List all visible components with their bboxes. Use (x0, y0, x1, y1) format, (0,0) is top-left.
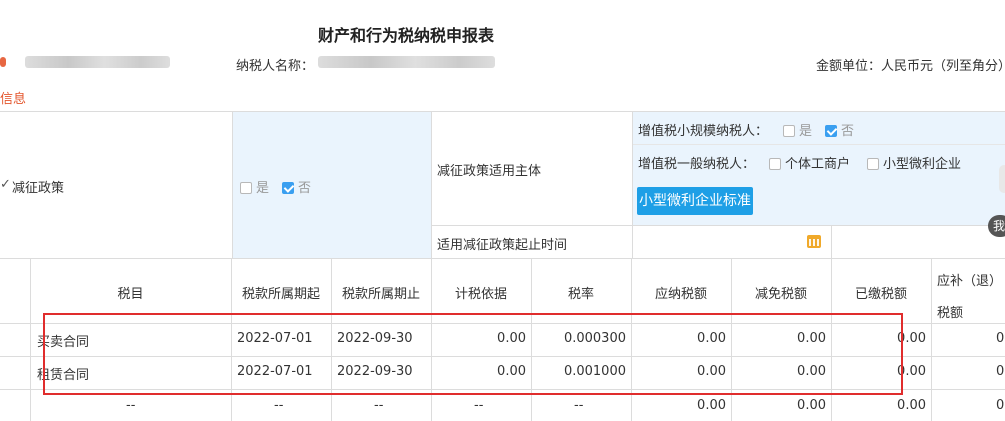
micro-enterprise-standard-button[interactable]: 小型微利企业标准 (637, 187, 753, 215)
total-payable: 0.00 (697, 398, 726, 413)
reduction-no-checkbox[interactable] (282, 182, 294, 194)
individual-business-checkbox[interactable] (769, 158, 781, 170)
col-relief-tax: 减免税额 (754, 287, 807, 302)
calendar-icon[interactable] (807, 235, 821, 248)
taxpayer-name-label: 纳税人名称： (236, 59, 315, 74)
col-paid-tax: 已缴税额 (854, 287, 907, 302)
small-scale-yes-option[interactable]: 是 (783, 120, 812, 139)
row1-due: 0 (996, 331, 1005, 346)
col-period-start: 税款所属期起 (241, 287, 320, 302)
total-paid: 0.00 (897, 398, 926, 413)
redacted-taxpayer-id (25, 56, 170, 68)
col-payable-tax: 应纳税额 (654, 287, 707, 302)
reduction-no-option[interactable]: 否 (282, 177, 311, 196)
small-scale-no-option[interactable]: 否 (825, 120, 854, 139)
row2-due: 0 (996, 364, 1005, 379)
redacted-taxpayer-name (318, 56, 495, 68)
subject-label: 减征政策适用主体 (437, 164, 542, 179)
total-rate: -- (574, 398, 584, 413)
period-label: 适用减征政策起止时间 (437, 238, 568, 253)
micro-enterprise-checkbox[interactable] (867, 158, 879, 170)
highlight-box (43, 313, 903, 395)
floating-assistant-badge[interactable]: 我 (988, 215, 1005, 237)
marker-dot (0, 57, 6, 67)
amount-unit-label: 金额单位：人民币元（列至角分） (816, 59, 1005, 74)
individual-business-option[interactable]: 个体工商户 (769, 153, 850, 172)
small-scale-yes-checkbox[interactable] (783, 125, 795, 137)
total-period-start: -- (274, 398, 284, 413)
reduction-policy-label: 减征政策 (12, 181, 65, 196)
micro-enterprise-option[interactable]: 小型微利企业 (867, 153, 961, 172)
floating-assistant-icon[interactable] (999, 165, 1005, 193)
small-scale-no-checkbox[interactable] (825, 125, 837, 137)
col-tax-rate: 税率 (567, 287, 594, 302)
col-period-end: 税款所属期止 (341, 287, 420, 302)
page-title: 财产和行为税纳税申报表 (318, 26, 495, 45)
col-tax-basis: 计税依据 (454, 287, 507, 302)
section-tab-info[interactable]: 信息 (0, 88, 26, 107)
general-taxpayer-label: 增值税一般纳税人： (638, 157, 756, 172)
total-period-end: -- (374, 398, 384, 413)
total-relief: 0.00 (797, 398, 826, 413)
total-basis: -- (474, 398, 484, 413)
check-mark-icon: ✓ (0, 177, 11, 192)
small-scale-label: 增值税小规模纳税人： (638, 124, 769, 139)
reduction-yes-option[interactable]: 是 (240, 177, 269, 196)
total-due: 0 (996, 398, 1005, 413)
reduction-yes-checkbox[interactable] (240, 182, 252, 194)
col-tax-item: 税目 (117, 287, 144, 302)
col-due-tax: 应补（退）税额 (937, 274, 1003, 321)
total-item: -- (126, 398, 136, 413)
